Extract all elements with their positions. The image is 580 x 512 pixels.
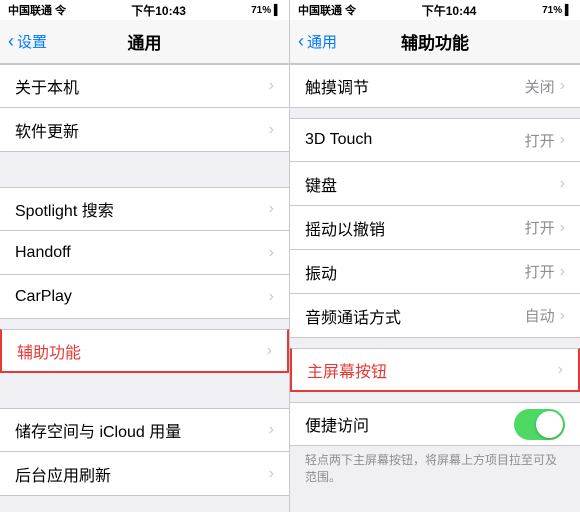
right-item-vibration[interactable]: 振动 打开 › xyxy=(290,250,580,294)
chevron-icon: › xyxy=(558,361,563,379)
right-settings-list: 触摸调节 关闭 › 3D Touch 打开 › 键盘 › xyxy=(290,64,580,512)
right-status-bar: 中国联通 令 下午10:44 71% ▌ xyxy=(290,0,580,20)
right-item-shake-undo[interactable]: 摇动以撤销 打开 › xyxy=(290,206,580,250)
chevron-icon: › xyxy=(269,77,274,95)
right-section-1: 触摸调节 关闭 › xyxy=(290,64,580,108)
chevron-icon: › xyxy=(267,342,272,360)
reachability-subtext: 轻点两下主屏幕按钮，将屏幕上方项目拉至可及范围。 xyxy=(290,446,580,492)
right-battery: 71% ▌ xyxy=(542,5,572,16)
left-status-bar: 中国联通 令 下午10:43 71% ▌ xyxy=(0,0,289,20)
left-nav-title: 通用 xyxy=(128,29,162,54)
right-separator-2 xyxy=(290,338,580,348)
left-section-1: 关于本机 › 软件更新 › xyxy=(0,64,289,152)
chevron-icon: › xyxy=(269,465,274,483)
left-item-spotlight[interactable]: Spotlight 搜索 › xyxy=(0,187,289,231)
left-item-background-refresh[interactable]: 后台应用刷新 › xyxy=(0,452,289,496)
left-carrier: 中国联通 令 xyxy=(8,2,66,18)
right-time: 下午10:44 xyxy=(422,2,477,19)
left-back-button[interactable]: ‹ 设置 xyxy=(8,31,47,52)
right-separator-3 xyxy=(290,392,580,402)
left-separator-1 xyxy=(0,152,289,187)
chevron-icon: › xyxy=(560,263,565,281)
chevron-icon: › xyxy=(269,244,274,262)
left-separator-3 xyxy=(0,373,289,408)
right-nav-title: 辅助功能 xyxy=(401,29,469,54)
chevron-icon: › xyxy=(560,219,565,237)
left-item-accessibility[interactable]: 辅助功能 › xyxy=(0,329,289,373)
right-separator-1 xyxy=(290,108,580,118)
chevron-icon: › xyxy=(269,121,274,139)
right-nav-bar: ‹ 通用 辅助功能 xyxy=(290,20,580,64)
right-item-touch[interactable]: 触摸调节 关闭 › xyxy=(290,64,580,108)
right-back-label: 通用 xyxy=(307,31,337,52)
right-back-chevron: ‹ xyxy=(298,31,304,52)
left-item-about[interactable]: 关于本机 › xyxy=(0,64,289,108)
right-section-3: 主屏幕按钮 › xyxy=(290,348,580,392)
left-item-carplay[interactable]: CarPlay › xyxy=(0,275,289,319)
right-panel: 中国联通 令 下午10:44 71% ▌ ‹ 通用 辅助功能 触摸调节 关闭 › xyxy=(290,0,580,512)
left-settings-list: 关于本机 › 软件更新 › Spotlight 搜索 › Handoff › C… xyxy=(0,64,289,512)
chevron-icon: › xyxy=(560,175,565,193)
reachability-toggle[interactable] xyxy=(514,409,565,440)
chevron-icon: › xyxy=(560,77,565,95)
right-item-home-button[interactable]: 主屏幕按钮 › xyxy=(290,348,580,392)
chevron-icon: › xyxy=(560,307,565,325)
left-separator-2 xyxy=(0,319,289,329)
right-carrier: 中国联通 令 xyxy=(298,2,356,18)
left-battery: 71% ▌ xyxy=(251,5,281,16)
left-time: 下午10:43 xyxy=(131,2,186,19)
chevron-icon: › xyxy=(269,421,274,439)
toggle-knob xyxy=(536,411,563,438)
left-nav-bar: ‹ 设置 通用 xyxy=(0,20,289,64)
chevron-icon: › xyxy=(560,131,565,149)
left-section-4: 储存空间与 iCloud 用量 › 后台应用刷新 › xyxy=(0,408,289,496)
right-item-call-audio[interactable]: 音频通话方式 自动 › xyxy=(290,294,580,338)
right-back-button[interactable]: ‹ 通用 xyxy=(298,31,337,52)
right-item-3dtouch[interactable]: 3D Touch 打开 › xyxy=(290,118,580,162)
chevron-icon: › xyxy=(269,288,274,306)
left-separator-4 xyxy=(0,496,289,512)
chevron-icon: › xyxy=(269,200,274,218)
left-item-handoff[interactable]: Handoff › xyxy=(0,231,289,275)
right-item-keyboard[interactable]: 键盘 › xyxy=(290,162,580,206)
left-section-2: Spotlight 搜索 › Handoff › CarPlay › xyxy=(0,187,289,319)
right-section-4: 便捷访问 轻点两下主屏幕按钮，将屏幕上方项目拉至可及范围。 xyxy=(290,402,580,492)
left-back-chevron: ‹ xyxy=(8,31,14,52)
left-back-label: 设置 xyxy=(17,31,47,52)
right-section-2: 3D Touch 打开 › 键盘 › 摇动以撤销 打开 › 振动 xyxy=(290,118,580,338)
left-item-software-update[interactable]: 软件更新 › xyxy=(0,108,289,152)
left-item-storage[interactable]: 储存空间与 iCloud 用量 › xyxy=(0,408,289,452)
left-panel: 中国联通 令 下午10:43 71% ▌ ‹ 设置 通用 关于本机 › 软件更新… xyxy=(0,0,290,512)
left-section-3: 辅助功能 › xyxy=(0,329,289,373)
right-item-reachability[interactable]: 便捷访问 xyxy=(290,402,580,446)
right-section-5: 听觉 助听设备 › LED 闪烁以提醒 关闭 › 单声道音频 xyxy=(290,502,580,512)
right-separator-4 xyxy=(290,492,580,502)
hearing-section-header: 听觉 xyxy=(290,502,580,512)
